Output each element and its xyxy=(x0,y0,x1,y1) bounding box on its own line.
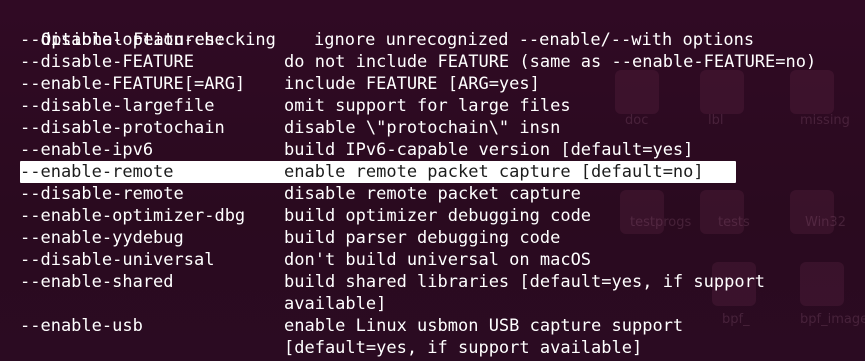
option-flag: --enable-ipv6 xyxy=(20,140,154,160)
desktop-label: lbl xyxy=(708,113,724,128)
option-description-continued: available] xyxy=(284,294,387,314)
option-row: --enable-optimizer-dbg build optimizer d… xyxy=(0,205,591,227)
desktop-folder-icon xyxy=(700,70,744,114)
desktop-folder-icon xyxy=(790,70,834,114)
desktop-label: doc xyxy=(625,113,649,128)
option-flag: --disable-protochain xyxy=(20,118,225,138)
desktop-label: missing xyxy=(800,113,850,128)
desktop-file-icon xyxy=(800,262,844,306)
section-heading: Optional Features: xyxy=(40,30,226,50)
desktop-folder-icon xyxy=(615,70,659,114)
option-row-continuation: available] xyxy=(0,293,386,315)
option-flag: --enable-usb xyxy=(20,316,143,336)
option-description: build shared libraries [default=yes, if … xyxy=(284,272,766,292)
option-flag: --disable-FEATURE xyxy=(20,52,194,72)
option-description: disable \"protochain\" insn xyxy=(284,118,561,138)
option-description: include FEATURE [ARG=yes] xyxy=(284,74,540,94)
option-row-continuation: [default=yes, if support available] xyxy=(0,337,642,359)
option-row: --enable-yydebug build parser debugging … xyxy=(0,227,560,249)
desktop-label: bpf_ xyxy=(722,312,750,327)
option-row: --disable-universal don't build universa… xyxy=(0,249,591,271)
option-description: enable remote packet capture [default=no… xyxy=(284,162,704,182)
option-description: ignore unrecognized --enable/--with opti… xyxy=(314,30,755,50)
option-flag: --enable-yydebug xyxy=(20,228,184,248)
option-flag: --enable-remote xyxy=(20,162,174,182)
option-row: --enable-FEATURE[=ARG] include FEATURE [… xyxy=(0,73,540,95)
option-row: --disable-largefile omit support for lar… xyxy=(0,95,571,117)
option-flag: --enable-optimizer-dbg xyxy=(20,206,246,226)
option-description: don't build universal on macOS xyxy=(284,250,592,270)
option-description: build optimizer debugging code xyxy=(284,206,592,226)
option-flag: --disable-largefile xyxy=(20,96,215,116)
option-row: --disable-protochain disable \"protochai… xyxy=(0,117,560,139)
option-row: --disable-remote disable remote packet c… xyxy=(0,183,581,205)
terminal-window[interactable]: doc lbl missing testprogs tests Win32 bp… xyxy=(0,0,865,361)
option-flag: --disable-remote xyxy=(20,184,184,204)
option-description: build parser debugging code xyxy=(284,228,561,248)
desktop-label: bpf_image xyxy=(800,312,865,327)
option-description: disable remote packet capture xyxy=(284,184,581,204)
option-description: enable Linux usbmon USB capture support xyxy=(284,316,684,336)
option-row: --disable-option-checking ignore unrecog… xyxy=(0,29,754,51)
option-row-selected[interactable]: --enable-remote enable remote packet cap… xyxy=(0,161,704,183)
option-description-continued: [default=yes, if support available] xyxy=(284,338,643,358)
option-flag: --enable-FEATURE[=ARG] xyxy=(20,74,246,94)
option-description: build IPv6-capable version [default=yes] xyxy=(284,140,694,160)
option-description: do not include FEATURE (same as --enable… xyxy=(284,52,817,72)
option-row: --enable-ipv6 build IPv6-capable version… xyxy=(0,139,693,161)
desktop-label: tests xyxy=(718,215,750,230)
option-description: omit support for large files xyxy=(284,96,571,116)
option-flag: --enable-shared xyxy=(20,272,174,292)
desktop-label: Win32 xyxy=(805,215,846,230)
option-flag: --disable-universal xyxy=(20,250,215,270)
option-flag: --disable-option-checking xyxy=(20,30,276,50)
option-row: --disable-FEATURE do not include FEATURE… xyxy=(0,51,816,73)
desktop-label: testprogs xyxy=(630,215,692,230)
option-row: --enable-usb enable Linux usbmon USB cap… xyxy=(0,315,683,337)
option-row: --enable-shared build shared libraries [… xyxy=(0,271,765,293)
